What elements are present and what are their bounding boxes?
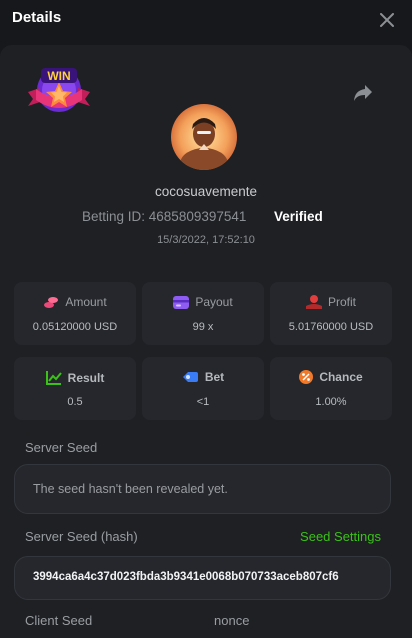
stat-chance-label: Chance bbox=[319, 370, 363, 384]
stat-chance-value: 1.00% bbox=[315, 396, 347, 408]
stat-chance: Chance 1.00% bbox=[270, 357, 392, 420]
win-badge-icon: WIN bbox=[24, 62, 94, 120]
profit-icon bbox=[305, 295, 322, 309]
stat-bet-label: Bet bbox=[204, 370, 225, 384]
verified-badge: Verified bbox=[274, 209, 323, 224]
stat-payout: Payout 99 x bbox=[142, 282, 264, 345]
stat-result-value: 0.5 bbox=[67, 396, 83, 408]
stat-bet-value: <1 bbox=[196, 396, 210, 408]
stat-bet: Bet <1 bbox=[142, 357, 264, 420]
chart-icon bbox=[45, 371, 62, 385]
coins-icon bbox=[44, 297, 59, 308]
stat-result-label: Result bbox=[67, 370, 105, 385]
stat-profit-label: Profit bbox=[327, 295, 356, 309]
stat-amount-label: Amount bbox=[65, 295, 107, 309]
server-seed-value: The seed hasn't been revealed yet. bbox=[33, 482, 228, 496]
stat-profit-value: 5.01760000 USD bbox=[288, 321, 374, 333]
stat-amount: Amount 0.05120000 USD bbox=[14, 282, 136, 345]
bet-icon bbox=[182, 372, 198, 382]
betting-id: Betting ID: 4685809397541 bbox=[82, 209, 247, 224]
nonce-label: nonce bbox=[214, 613, 250, 628]
close-icon bbox=[380, 13, 394, 27]
server-seed-hash-field[interactable]: 3994ca6a4c37d023fbda3b9341e0068b070733ac… bbox=[14, 556, 391, 600]
server-seed-label: Server Seed bbox=[25, 440, 98, 455]
server-seed-field[interactable]: The seed hasn't been revealed yet. bbox=[14, 464, 391, 514]
modal-title: Details bbox=[12, 9, 62, 26]
seed-settings-link[interactable]: Seed Settings bbox=[300, 529, 381, 544]
server-seed-hash-label: Server Seed (hash) bbox=[25, 529, 138, 544]
share-button[interactable] bbox=[350, 80, 376, 106]
svg-text:WIN: WIN bbox=[47, 69, 70, 83]
username[interactable]: cocosuavemente bbox=[0, 184, 412, 199]
close-button[interactable] bbox=[374, 7, 400, 33]
avatar bbox=[171, 104, 237, 170]
server-seed-hash-value: 3994ca6a4c37d023fbda3b9341e0068b070733ac… bbox=[33, 571, 339, 583]
bet-timestamp: 15/3/2022, 17:52:10 bbox=[157, 234, 255, 246]
card-icon bbox=[173, 295, 190, 309]
stat-payout-value: 99 x bbox=[192, 321, 214, 333]
stat-payout-label: Payout bbox=[195, 295, 233, 309]
stat-result: Result 0.5 bbox=[14, 357, 136, 420]
stat-profit: Profit 5.01760000 USD bbox=[270, 282, 392, 345]
stat-amount-value: 0.05120000 USD bbox=[32, 321, 118, 333]
share-icon bbox=[354, 85, 372, 101]
modal-header: Details bbox=[0, 0, 412, 40]
client-seed-label: Client Seed bbox=[25, 613, 93, 628]
percent-icon bbox=[299, 370, 314, 384]
